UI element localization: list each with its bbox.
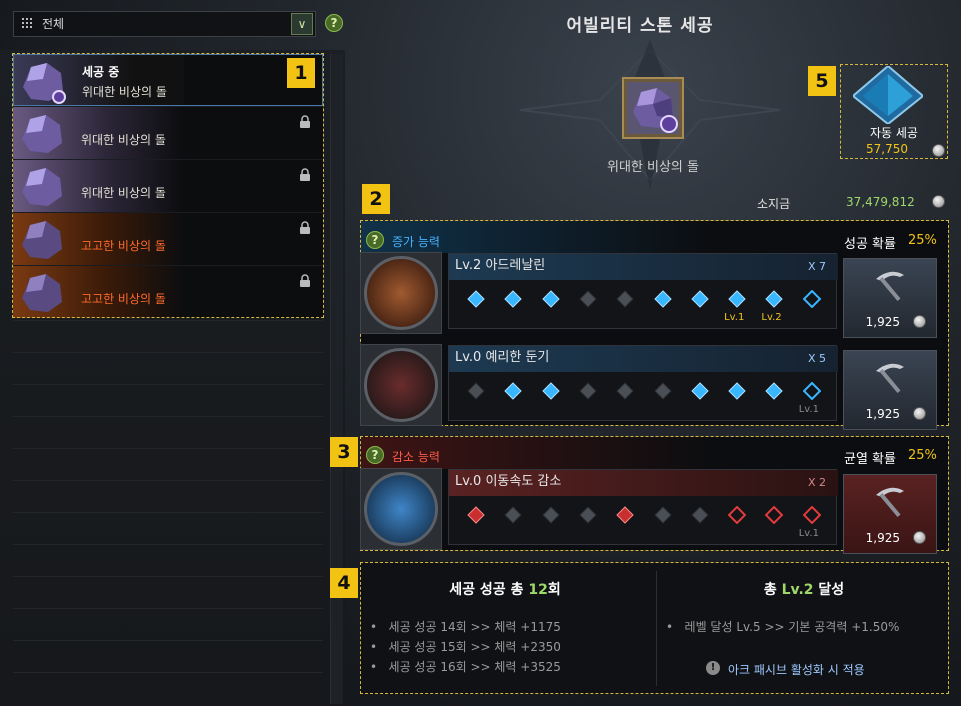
summary-highlight — [360, 562, 949, 694]
success-slot-icon — [467, 290, 485, 308]
help-icon[interactable]: ? — [325, 14, 343, 32]
auto-craft-cost: 57,750 — [866, 142, 908, 156]
fail-slot-icon — [579, 290, 597, 308]
pickaxe-icon — [876, 271, 904, 302]
fail-slot-icon — [616, 290, 634, 308]
list-divider — [13, 384, 323, 385]
craft-cost: 1,925 — [865, 315, 900, 329]
craft-cost: 1,925 — [865, 407, 900, 421]
list-divider — [13, 672, 323, 673]
level-tag: Lv.1 — [798, 404, 819, 415]
fail-slot-icon — [691, 506, 709, 524]
fail-slot-icon — [579, 382, 597, 400]
silver-coin-icon — [932, 195, 945, 208]
prism-icon — [853, 66, 923, 124]
success-count: X 2 — [807, 476, 826, 489]
list-divider — [13, 512, 323, 513]
silver-coin-icon — [913, 315, 926, 328]
silver-coin-icon — [913, 407, 926, 420]
level-tag: Lv.2 — [761, 312, 782, 323]
stone-name: 위대한 비상의 돌 — [607, 160, 699, 175]
success-slot-icon — [765, 290, 784, 308]
badge-3: 3 — [330, 437, 358, 467]
badge-1: 1 — [287, 58, 315, 88]
silver-coin-icon — [932, 144, 945, 157]
fail-slot-icon — [467, 382, 485, 400]
fail-slot-icon — [616, 382, 634, 400]
success-slot-icon — [728, 290, 746, 308]
ability-icon — [364, 472, 438, 546]
craft-cost: 1,925 — [865, 531, 900, 545]
ability-name: Lv.0 예리한 둔기 — [449, 346, 838, 372]
empty-slot-icon — [728, 506, 747, 524]
ability-icon — [364, 348, 438, 422]
selected-stone — [622, 77, 684, 139]
empty-slot-icon — [802, 382, 821, 400]
success-slot-icon — [504, 290, 523, 308]
success-slot-icon — [467, 506, 485, 524]
pickaxe-icon — [876, 363, 904, 394]
success-slot-icon — [691, 290, 709, 308]
list-divider — [13, 480, 323, 481]
money-label: 소지금 — [757, 197, 791, 211]
fail-slot-icon — [504, 506, 523, 524]
success-slot-icon — [504, 382, 523, 400]
list-divider — [13, 416, 323, 417]
list-divider — [13, 320, 323, 321]
ability-line: Lv.2 아드레날린 X 7 Lv.1 Lv.2 — [448, 253, 838, 329]
success-slot-icon — [728, 382, 746, 400]
list-divider — [13, 544, 323, 545]
list-divider — [13, 448, 323, 449]
success-slot-icon — [541, 382, 560, 400]
empty-slot-icon — [802, 506, 821, 524]
craft-button[interactable]: 1,925 — [843, 474, 937, 554]
badge-5: 5 — [808, 66, 836, 96]
fail-slot-icon — [541, 506, 560, 524]
ability-line: Lv.0 예리한 둔기 X 5 Lv.1 — [448, 345, 838, 421]
success-count: X 5 — [807, 352, 826, 365]
success-slot-icon — [653, 290, 672, 308]
ability-name: Lv.2 아드레날린 — [449, 254, 838, 280]
fail-slot-icon — [653, 506, 672, 524]
empty-slot-icon — [765, 506, 784, 524]
list-divider — [13, 640, 323, 641]
scrollbar[interactable] — [330, 54, 343, 704]
filter-select[interactable]: 전체 — [13, 11, 316, 37]
chevron-down-icon[interactable]: ∨ — [291, 13, 313, 35]
fail-slot-icon — [653, 382, 672, 400]
list-divider — [13, 576, 323, 577]
ability-icon — [364, 256, 438, 330]
list-divider — [13, 352, 323, 353]
ability-name: Lv.0 이동속도 감소 — [449, 470, 838, 496]
success-count: X 7 — [807, 260, 826, 273]
stone-gem-icon — [633, 88, 678, 133]
ability-line: Lv.0 이동속도 감소 X 2 Lv.1 — [448, 469, 838, 545]
auto-craft-label: 자동 세공 — [870, 126, 918, 140]
empty-slot-icon — [802, 290, 821, 308]
craft-button[interactable]: 1,925 — [843, 350, 937, 430]
money-value: 37,479,812 — [846, 195, 915, 209]
filter-value: 전체 — [42, 17, 65, 31]
page-title: 어빌리티 스톤 세공 — [566, 16, 714, 36]
success-slot-icon — [541, 290, 560, 308]
level-tag: Lv.1 — [724, 312, 745, 323]
success-slot-icon — [616, 506, 634, 524]
success-slot-icon — [691, 382, 709, 400]
level-tag: Lv.1 — [798, 528, 819, 539]
stone-list-highlight — [12, 53, 324, 318]
list-divider — [13, 608, 323, 609]
pickaxe-icon — [876, 487, 904, 518]
silver-coin-icon — [913, 531, 926, 544]
success-slot-icon — [765, 382, 784, 400]
fail-slot-icon — [579, 506, 597, 524]
badge-4: 4 — [330, 568, 358, 598]
grid-icon — [22, 18, 32, 28]
badge-2: 2 — [362, 184, 390, 214]
craft-button[interactable]: 1,925 — [843, 258, 937, 338]
